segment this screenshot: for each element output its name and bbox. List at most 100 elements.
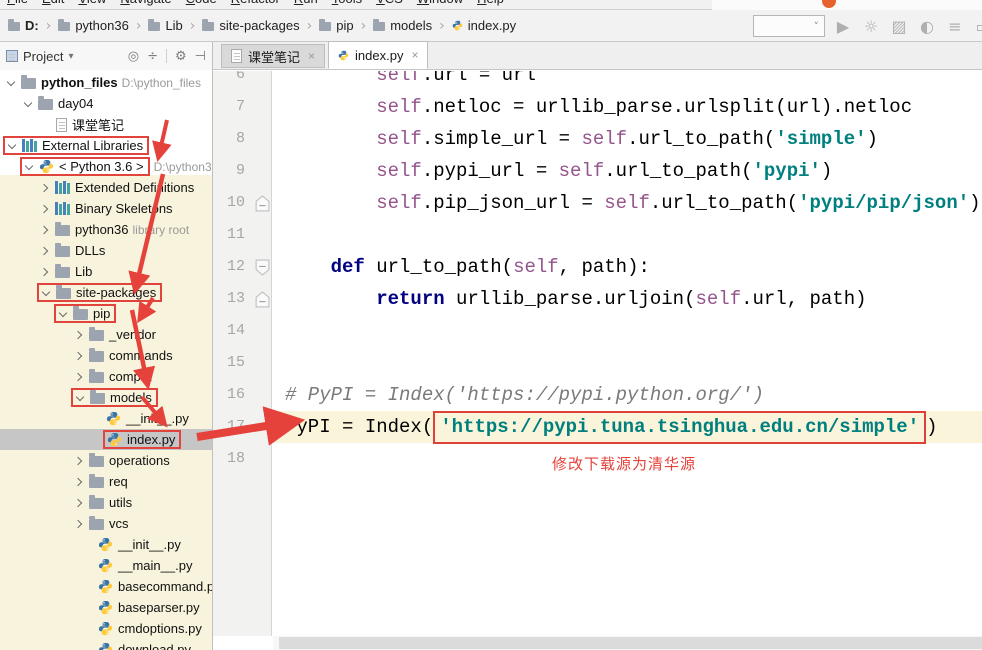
chevron-down-icon[interactable] <box>6 78 16 88</box>
code-line-18[interactable] <box>273 443 982 475</box>
tree-item-mainpy[interactable]: __main__.py <box>0 555 212 576</box>
run-configuration-select[interactable]: ˅ <box>753 15 825 37</box>
collapse-all-icon[interactable]: ÷ <box>147 49 158 64</box>
breadcrumb-item-lib[interactable]: Lib <box>148 18 183 33</box>
tree-item-pythonfiles[interactable]: python_files D:\python_files <box>0 72 212 93</box>
tree-item-cmdoptionspy[interactable]: cmdoptions.py <box>0 618 212 639</box>
horizontal-scrollbar[interactable] <box>273 636 982 650</box>
breadcrumb-item-indexpy[interactable]: index.py <box>452 18 516 33</box>
editor-tab-indexpy[interactable]: index.py × <box>328 41 429 69</box>
code-line-15[interactable] <box>273 347 982 379</box>
run-button[interactable]: ▶ <box>834 17 852 36</box>
coverage-button[interactable]: ▨ <box>890 17 908 36</box>
code-line-13[interactable]: return urllib_parse.urljoin(self.url, pa… <box>273 283 982 315</box>
chevron-down-icon[interactable] <box>41 288 51 298</box>
breadcrumb-item-d[interactable]: D: <box>8 18 39 33</box>
menu-item-file[interactable]: File <box>7 0 28 6</box>
close-icon[interactable]: × <box>411 48 418 62</box>
debug-button[interactable]: ☼ <box>862 17 880 36</box>
code-line-9[interactable]: self.pypi_url = self.url_to_path('pypi') <box>273 155 982 187</box>
tree-item-python36[interactable]: < Python 3.6 > D:\python3 <box>0 156 212 177</box>
chevron-down-icon[interactable] <box>7 141 17 151</box>
fold-marker-icon[interactable] <box>255 195 270 212</box>
editor-tab-课堂笔记[interactable]: 课堂笔记 × <box>221 44 326 68</box>
tree-item-commands[interactable]: commands <box>0 345 212 366</box>
chevron-right-icon[interactable] <box>40 204 50 214</box>
chevron-right-icon[interactable] <box>74 456 84 466</box>
menu-item-view[interactable]: View <box>78 0 106 6</box>
close-icon[interactable]: × <box>308 49 315 63</box>
menu-item-run[interactable]: Run <box>294 0 318 6</box>
breadcrumb-item-pip[interactable]: pip <box>319 18 354 33</box>
chevron-right-icon[interactable] <box>74 372 84 382</box>
breadcrumb-item-sitepackages[interactable]: site-packages <box>202 18 300 33</box>
stop-button[interactable]: ▭ <box>974 17 982 36</box>
hide-panel-icon[interactable]: ⊣ <box>195 49 206 64</box>
tree-item-课堂笔记[interactable]: 课堂笔记 <box>0 114 212 135</box>
menu-item-tools[interactable]: Tools <box>332 0 362 6</box>
tree-item-utils[interactable]: utils <box>0 492 212 513</box>
tree-item-indexpy[interactable]: index.py <box>0 429 212 450</box>
tree-item-models[interactable]: models <box>0 387 212 408</box>
breadcrumb-item-python36[interactable]: python36 <box>58 18 129 33</box>
code-line-16[interactable]: # PyPI = Index('https://pypi.python.org/… <box>273 379 982 411</box>
menu-item-edit[interactable]: Edit <box>42 0 64 6</box>
tree-item-baseparserpy[interactable]: baseparser.py <box>0 597 212 618</box>
tree-item-req[interactable]: req <box>0 471 212 492</box>
chevron-down-icon[interactable] <box>24 162 34 172</box>
code-line-6[interactable]: self.url = url <box>273 71 982 91</box>
tree-item-initpy[interactable]: __init__.py <box>0 534 212 555</box>
chevron-right-icon[interactable] <box>74 498 84 508</box>
menu-item-vcs[interactable]: VCS <box>376 0 403 6</box>
menu-item-window[interactable]: Window <box>417 0 463 6</box>
fold-marker-icon[interactable] <box>255 291 270 308</box>
editor-body[interactable]: 6 7 8 9 10 11 12 13 14 15 16 17 18 self.url = url se… <box>213 71 982 650</box>
chevron-right-icon[interactable] <box>40 225 50 235</box>
chevron-right-icon[interactable] <box>40 267 50 277</box>
panel-title[interactable]: Project <box>23 49 63 64</box>
tree-item-extendeddefinitions[interactable]: Extended Definitions <box>0 177 212 198</box>
tree-item-operations[interactable]: operations <box>0 450 212 471</box>
restore-layout-button[interactable]: ≡ <box>946 17 964 36</box>
chevron-right-icon[interactable] <box>40 246 50 256</box>
fold-marker-icon[interactable] <box>255 259 270 276</box>
tree-item-day04[interactable]: day04 <box>0 93 212 114</box>
code-line-8[interactable]: self.simple_url = self.url_to_path('simp… <box>273 123 982 155</box>
scrollbar-thumb[interactable] <box>279 637 982 649</box>
tree-item-python36[interactable]: python36 library root <box>0 219 212 240</box>
code-area[interactable]: self.url = url self.netloc = urllib_pars… <box>273 71 982 636</box>
chevron-down-icon[interactable] <box>23 99 33 109</box>
chevron-right-icon[interactable] <box>74 477 84 487</box>
menu-item-refactor[interactable]: Refactor <box>231 0 280 6</box>
code-line-10[interactable]: self.pip_json_url = self.url_to_path('py… <box>273 187 982 219</box>
chevron-right-icon[interactable] <box>74 351 84 361</box>
code-line-17[interactable]: PyPI = Index('https://pypi.tuna.tsinghua… <box>273 411 982 444</box>
chevron-down-icon[interactable]: ▾ <box>68 51 73 62</box>
tree-item-initpy[interactable]: __init__.py <box>0 408 212 429</box>
tree-item-compat[interactable]: compat <box>0 366 212 387</box>
locate-icon[interactable]: ◎ <box>128 49 139 64</box>
code-line-11[interactable] <box>273 219 982 251</box>
chevron-down-icon[interactable] <box>75 393 85 403</box>
chevron-right-icon[interactable] <box>74 330 84 340</box>
tree-item-dlls[interactable]: DLLs <box>0 240 212 261</box>
code-line-14[interactable] <box>273 315 982 347</box>
code-line-12[interactable]: def url_to_path(self, path): <box>273 251 982 283</box>
tree-item-pip[interactable]: pip <box>0 303 212 324</box>
tree-item-externallibraries[interactable]: External Libraries <box>0 135 212 156</box>
menu-item-navigate[interactable]: Navigate <box>120 0 171 6</box>
profiler-button[interactable]: ◐ <box>918 17 936 36</box>
chevron-right-icon[interactable] <box>40 183 50 193</box>
breadcrumb-item-models[interactable]: models <box>373 18 432 33</box>
tree-item-lib[interactable]: Lib <box>0 261 212 282</box>
settings-icon[interactable]: ⚙ <box>175 49 187 64</box>
tree-item-downloadpy[interactable]: download.py <box>0 639 212 650</box>
tree-item-basecommandpy[interactable]: basecommand.py <box>0 576 212 597</box>
code-line-7[interactable]: self.netloc = urllib_parse.urlsplit(url)… <box>273 91 982 123</box>
chevron-down-icon[interactable] <box>58 309 68 319</box>
tree-item-binaryskeletons[interactable]: Binary Skeletons <box>0 198 212 219</box>
tree-item-sitepackages[interactable]: site-packages <box>0 282 212 303</box>
tree-item-vendor[interactable]: _vendor <box>0 324 212 345</box>
menu-item-code[interactable]: Code <box>186 0 217 6</box>
menu-item-help[interactable]: Help <box>477 0 504 6</box>
